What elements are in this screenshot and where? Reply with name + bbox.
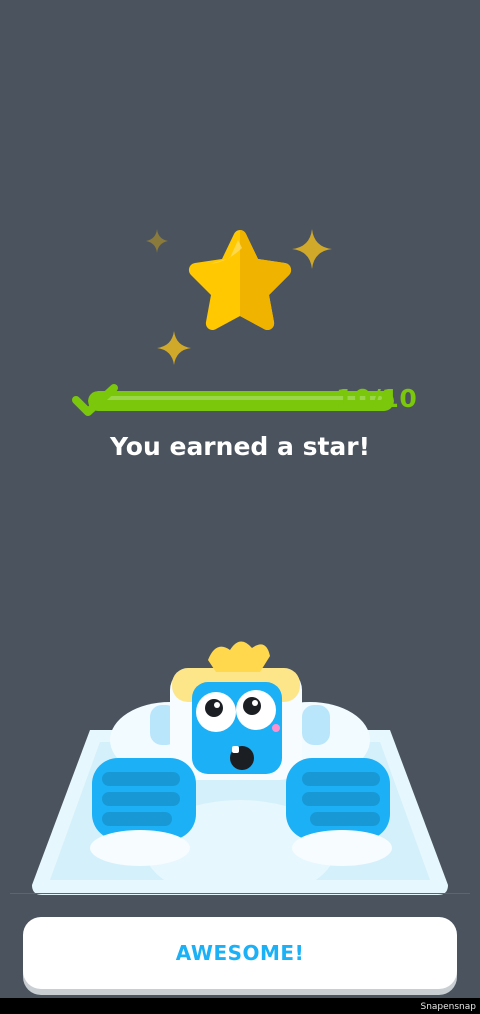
awesome-button-label: AWESOME!: [175, 941, 305, 965]
divider: [10, 893, 470, 894]
sparkle-icon: [146, 229, 168, 253]
reward-headline: You earned a star!: [110, 432, 370, 461]
right-fist-icon: [286, 758, 392, 866]
star-icon: [180, 226, 300, 342]
awesome-button[interactable]: AWESOME!: [23, 917, 457, 989]
reward-screen: 10/10 You earned a star!: [0, 0, 480, 900]
watermark: Snapensnap: [420, 1002, 476, 1012]
progress-count: 10/10: [336, 384, 418, 413]
lesson-progress: 10/10: [70, 380, 420, 420]
checkmark-icon: [72, 384, 118, 416]
left-fist-icon: [90, 758, 196, 866]
yeti-mascot: [32, 641, 448, 895]
footer-bar: Snapensnap: [0, 998, 480, 1014]
